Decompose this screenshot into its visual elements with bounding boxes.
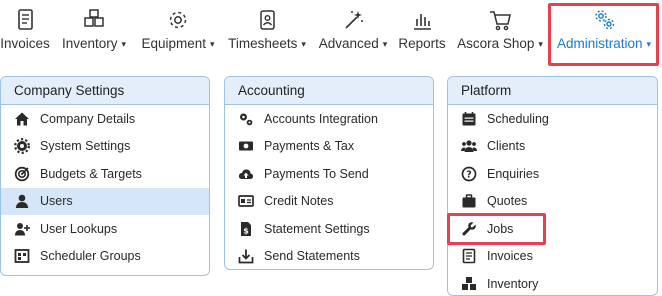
menu-item-clients[interactable]: Clients bbox=[448, 133, 657, 161]
menu-item-budgets-targets[interactable]: Budgets & Targets bbox=[1, 160, 209, 188]
menu-item-label: Statement Settings bbox=[264, 221, 370, 236]
id-card-icon bbox=[254, 8, 280, 32]
cogs-icon bbox=[237, 111, 255, 127]
nav-label: Timesheets bbox=[228, 36, 298, 51]
menu-item-accounts-integration[interactable]: Accounts Integration bbox=[225, 105, 433, 133]
nav-label: Reports bbox=[398, 36, 446, 51]
menu-item-inventory[interactable]: Inventory bbox=[448, 270, 657, 295]
chevron-down-icon: ▾ bbox=[121, 39, 127, 49]
calendar-grid-icon bbox=[13, 248, 31, 264]
nav-advanced[interactable]: Advanced ▾ bbox=[316, 0, 390, 62]
user-icon bbox=[13, 193, 31, 209]
gear-icon bbox=[13, 138, 31, 155]
question-circle-icon: ? bbox=[460, 166, 478, 182]
menu-item-label: Scheduler Groups bbox=[40, 249, 141, 264]
users-icon bbox=[460, 138, 478, 154]
accounting-panel: Accounting Accounts Integration Payments… bbox=[224, 76, 434, 270]
invoice-dollar-icon: $ bbox=[237, 221, 255, 237]
panel-title: Accounting bbox=[225, 77, 433, 105]
nav-reports[interactable]: Reports bbox=[396, 0, 448, 62]
jobs-highlight bbox=[447, 213, 546, 245]
menu-item-label: User Lookups bbox=[40, 221, 118, 236]
menu-item-label: Send Statements bbox=[264, 249, 360, 264]
menu-item-scheduling[interactable]: Scheduling bbox=[448, 105, 657, 133]
menu-item-quotes[interactable]: Quotes bbox=[448, 188, 657, 216]
menu-item-payments-to-send[interactable]: Payments To Send bbox=[225, 160, 433, 188]
chevron-down-icon: ▾ bbox=[382, 39, 388, 49]
menu-item-scheduler-groups[interactable]: Scheduler Groups bbox=[1, 243, 209, 271]
chevron-down-icon: ▾ bbox=[301, 39, 306, 49]
nav-inventory[interactable]: Inventory ▾ bbox=[57, 0, 131, 62]
menu-item-send-statements[interactable]: Send Statements bbox=[225, 243, 433, 270]
platform-panel: Platform Scheduling Clients ? Enquiries … bbox=[447, 76, 658, 296]
nav-equipment[interactable]: Equipment ▾ bbox=[138, 0, 218, 62]
shopping-cart-icon bbox=[487, 8, 513, 32]
nav-label: Inventory bbox=[61, 36, 118, 51]
download-tray-icon bbox=[237, 248, 255, 264]
menu-item-user-lookups[interactable]: User Lookups bbox=[1, 215, 209, 243]
menu-item-statement-settings[interactable]: $ Statement Settings bbox=[225, 215, 433, 243]
menu-item-label: System Settings bbox=[40, 139, 131, 154]
nav-label: Ascora Shop bbox=[457, 36, 535, 51]
menu-item-label: Quotes bbox=[487, 194, 528, 209]
menu-item-label: Payments To Send bbox=[264, 166, 369, 181]
cloud-upload-icon bbox=[237, 166, 255, 182]
chevron-down-icon: ▾ bbox=[210, 39, 215, 49]
nav-invoices[interactable]: Invoices bbox=[0, 0, 50, 62]
menu-item-label: Accounts Integration bbox=[264, 111, 378, 126]
menu-item-enquiries[interactable]: ? Enquiries bbox=[448, 160, 657, 188]
document-icon bbox=[460, 248, 478, 264]
money-bill-icon bbox=[237, 138, 255, 154]
nav-label: Equipment bbox=[141, 36, 207, 51]
credit-card-icon bbox=[237, 193, 255, 209]
menu-item-credit-notes[interactable]: Credit Notes bbox=[225, 188, 433, 216]
menu-item-payments-tax[interactable]: Payments & Tax bbox=[225, 133, 433, 161]
user-plus-icon bbox=[13, 221, 31, 237]
target-icon bbox=[13, 166, 31, 182]
svg-text:?: ? bbox=[466, 169, 472, 180]
svg-text:$: $ bbox=[243, 226, 249, 235]
menu-item-label: Invoices bbox=[487, 249, 533, 264]
briefcase-icon bbox=[460, 193, 478, 209]
panel-title: Company Settings bbox=[1, 77, 209, 105]
magic-wand-icon bbox=[340, 8, 366, 32]
menu-item-label: Scheduling bbox=[487, 111, 549, 126]
calendar-icon bbox=[460, 111, 478, 127]
menu-item-invoices[interactable]: Invoices bbox=[448, 243, 657, 271]
nav-label: Invoices bbox=[0, 36, 50, 51]
menu-item-label: Users bbox=[40, 194, 73, 209]
menu-item-label: Inventory bbox=[487, 276, 539, 291]
nav-timesheets[interactable]: Timesheets ▾ bbox=[224, 0, 310, 62]
menu-item-label: Payments & Tax bbox=[264, 139, 355, 154]
invoice-book-icon bbox=[12, 8, 38, 32]
nav-ascora-shop[interactable]: Ascora Shop ▾ bbox=[454, 0, 546, 62]
boxes-icon bbox=[81, 8, 107, 32]
nav-label: Advanced bbox=[318, 36, 379, 51]
administration-highlight bbox=[548, 3, 659, 66]
home-icon bbox=[13, 111, 31, 127]
menu-item-users[interactable]: Users bbox=[1, 187, 209, 215]
menu-item-label: Budgets & Targets bbox=[40, 166, 142, 181]
menu-item-system-settings[interactable]: System Settings bbox=[1, 133, 209, 161]
gear-icon bbox=[165, 8, 191, 32]
menu-item-label: Clients bbox=[487, 139, 526, 154]
boxes-icon bbox=[460, 276, 478, 292]
bar-chart-icon bbox=[409, 8, 435, 32]
chevron-down-icon: ▾ bbox=[538, 39, 543, 49]
menu-item-company-details[interactable]: Company Details bbox=[1, 105, 209, 133]
panel-title: Platform bbox=[448, 77, 657, 105]
menu-item-label: Credit Notes bbox=[264, 194, 334, 209]
menu-item-label: Company Details bbox=[40, 111, 136, 126]
menu-item-label: Enquiries bbox=[487, 166, 540, 181]
company-settings-panel: Company Settings Company Details System … bbox=[0, 76, 210, 276]
